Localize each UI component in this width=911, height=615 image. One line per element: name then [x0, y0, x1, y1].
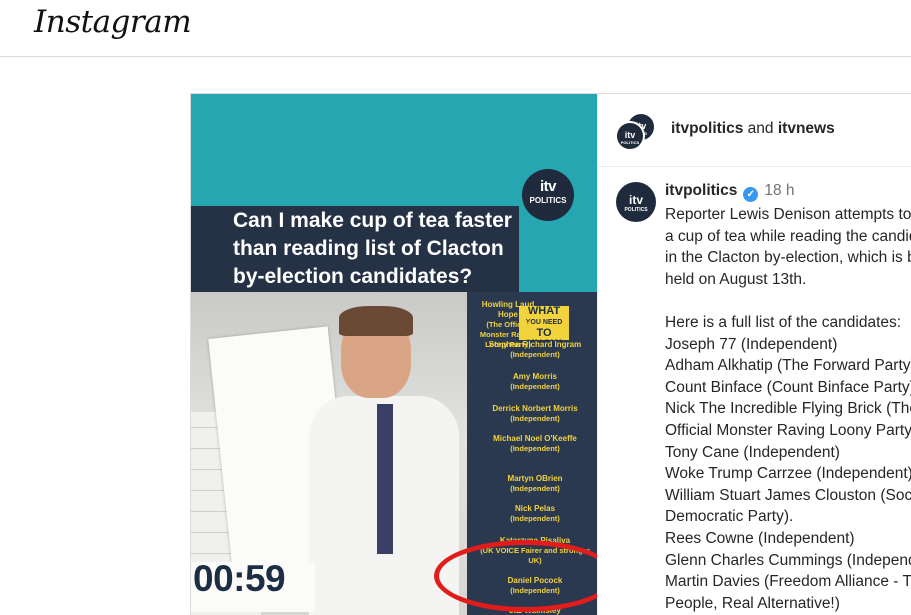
candidate-item: Derrick Norbert Morris (Independent): [473, 404, 597, 424]
avatar-politics-text: POLITICS: [624, 207, 648, 213]
caption-header: itvpolitics ✓ 18 h: [665, 182, 795, 202]
candidate-party: (Independent): [510, 484, 560, 493]
collab-connector: and: [747, 120, 774, 137]
candidate-party: (Independent): [510, 444, 560, 453]
post-sidebar: itv NEWS itv POLITICS itvpolitics and it…: [597, 94, 911, 615]
post-header: itv NEWS itv POLITICS itvpolitics and it…: [598, 94, 911, 167]
candidate-name: Michael Noel O'Keeffe: [493, 434, 577, 443]
username-itvpolitics[interactable]: itvpolitics: [671, 120, 743, 137]
candidate-name: Nick Pelas: [514, 504, 556, 513]
itvpolitics-avatar[interactable]: itv POLITICS: [615, 121, 645, 151]
candidate-name: Howling Laud Hope: [481, 300, 535, 319]
candidate-party: (Independent): [510, 414, 560, 423]
badge-politics-text: POLITICS: [529, 196, 567, 205]
caption-username[interactable]: itvpolitics: [665, 182, 737, 199]
countdown-timer: 00:59: [193, 558, 286, 599]
avatar-politics-text: POLITICS: [620, 140, 640, 145]
candidate-name: Amy Morris: [512, 372, 557, 381]
post-dialog: itv POLITICS Can I make cup of tea faste…: [190, 93, 911, 615]
post-media-video[interactable]: itv POLITICS Can I make cup of tea faste…: [191, 94, 597, 615]
candidate-party: (Independent): [510, 382, 560, 391]
candidate-item: Michael Noel O'Keeffe (Independent): [473, 434, 597, 454]
reporter-hair: [339, 306, 413, 336]
candidate-party: (Independent): [510, 350, 560, 359]
candidate-name: Martyn OBrien: [507, 474, 563, 483]
verified-badge-icon: ✓: [743, 187, 759, 202]
top-bar: Instagram: [0, 0, 911, 57]
reporter-tie: [377, 404, 393, 554]
caption-avatar[interactable]: itv POLITICS: [616, 182, 656, 222]
post-timestamp[interactable]: 18 h: [764, 182, 794, 199]
candidate-name: Derrick Norbert Morris: [492, 404, 578, 413]
instagram-logo[interactable]: Instagram: [34, 4, 192, 40]
avatar-itv-text: itv: [628, 193, 643, 207]
badge-itv-text: itv: [539, 178, 557, 195]
candidate-item: Martyn OBrien (Independent): [473, 474, 597, 494]
candidate-item: Nick Pelas (Independent): [473, 504, 597, 524]
candidate-name: Stephen Richard Ingram: [488, 340, 582, 349]
avatar-itv-text: itv: [624, 130, 636, 140]
caption-text: Reporter Lewis Denison attempts to make …: [665, 206, 911, 612]
candidate-item: Amy Morris (Independent): [473, 372, 597, 392]
username-itvnews[interactable]: itvnews: [778, 120, 835, 137]
candidate-item: Stephen Richard Ingram (Independent): [473, 340, 597, 360]
collab-usernames: itvpolitics and itvnews: [671, 120, 835, 138]
video-headline: Can I make cup of tea faster than readin…: [233, 209, 512, 288]
candidate-party: (Independent): [510, 514, 560, 523]
